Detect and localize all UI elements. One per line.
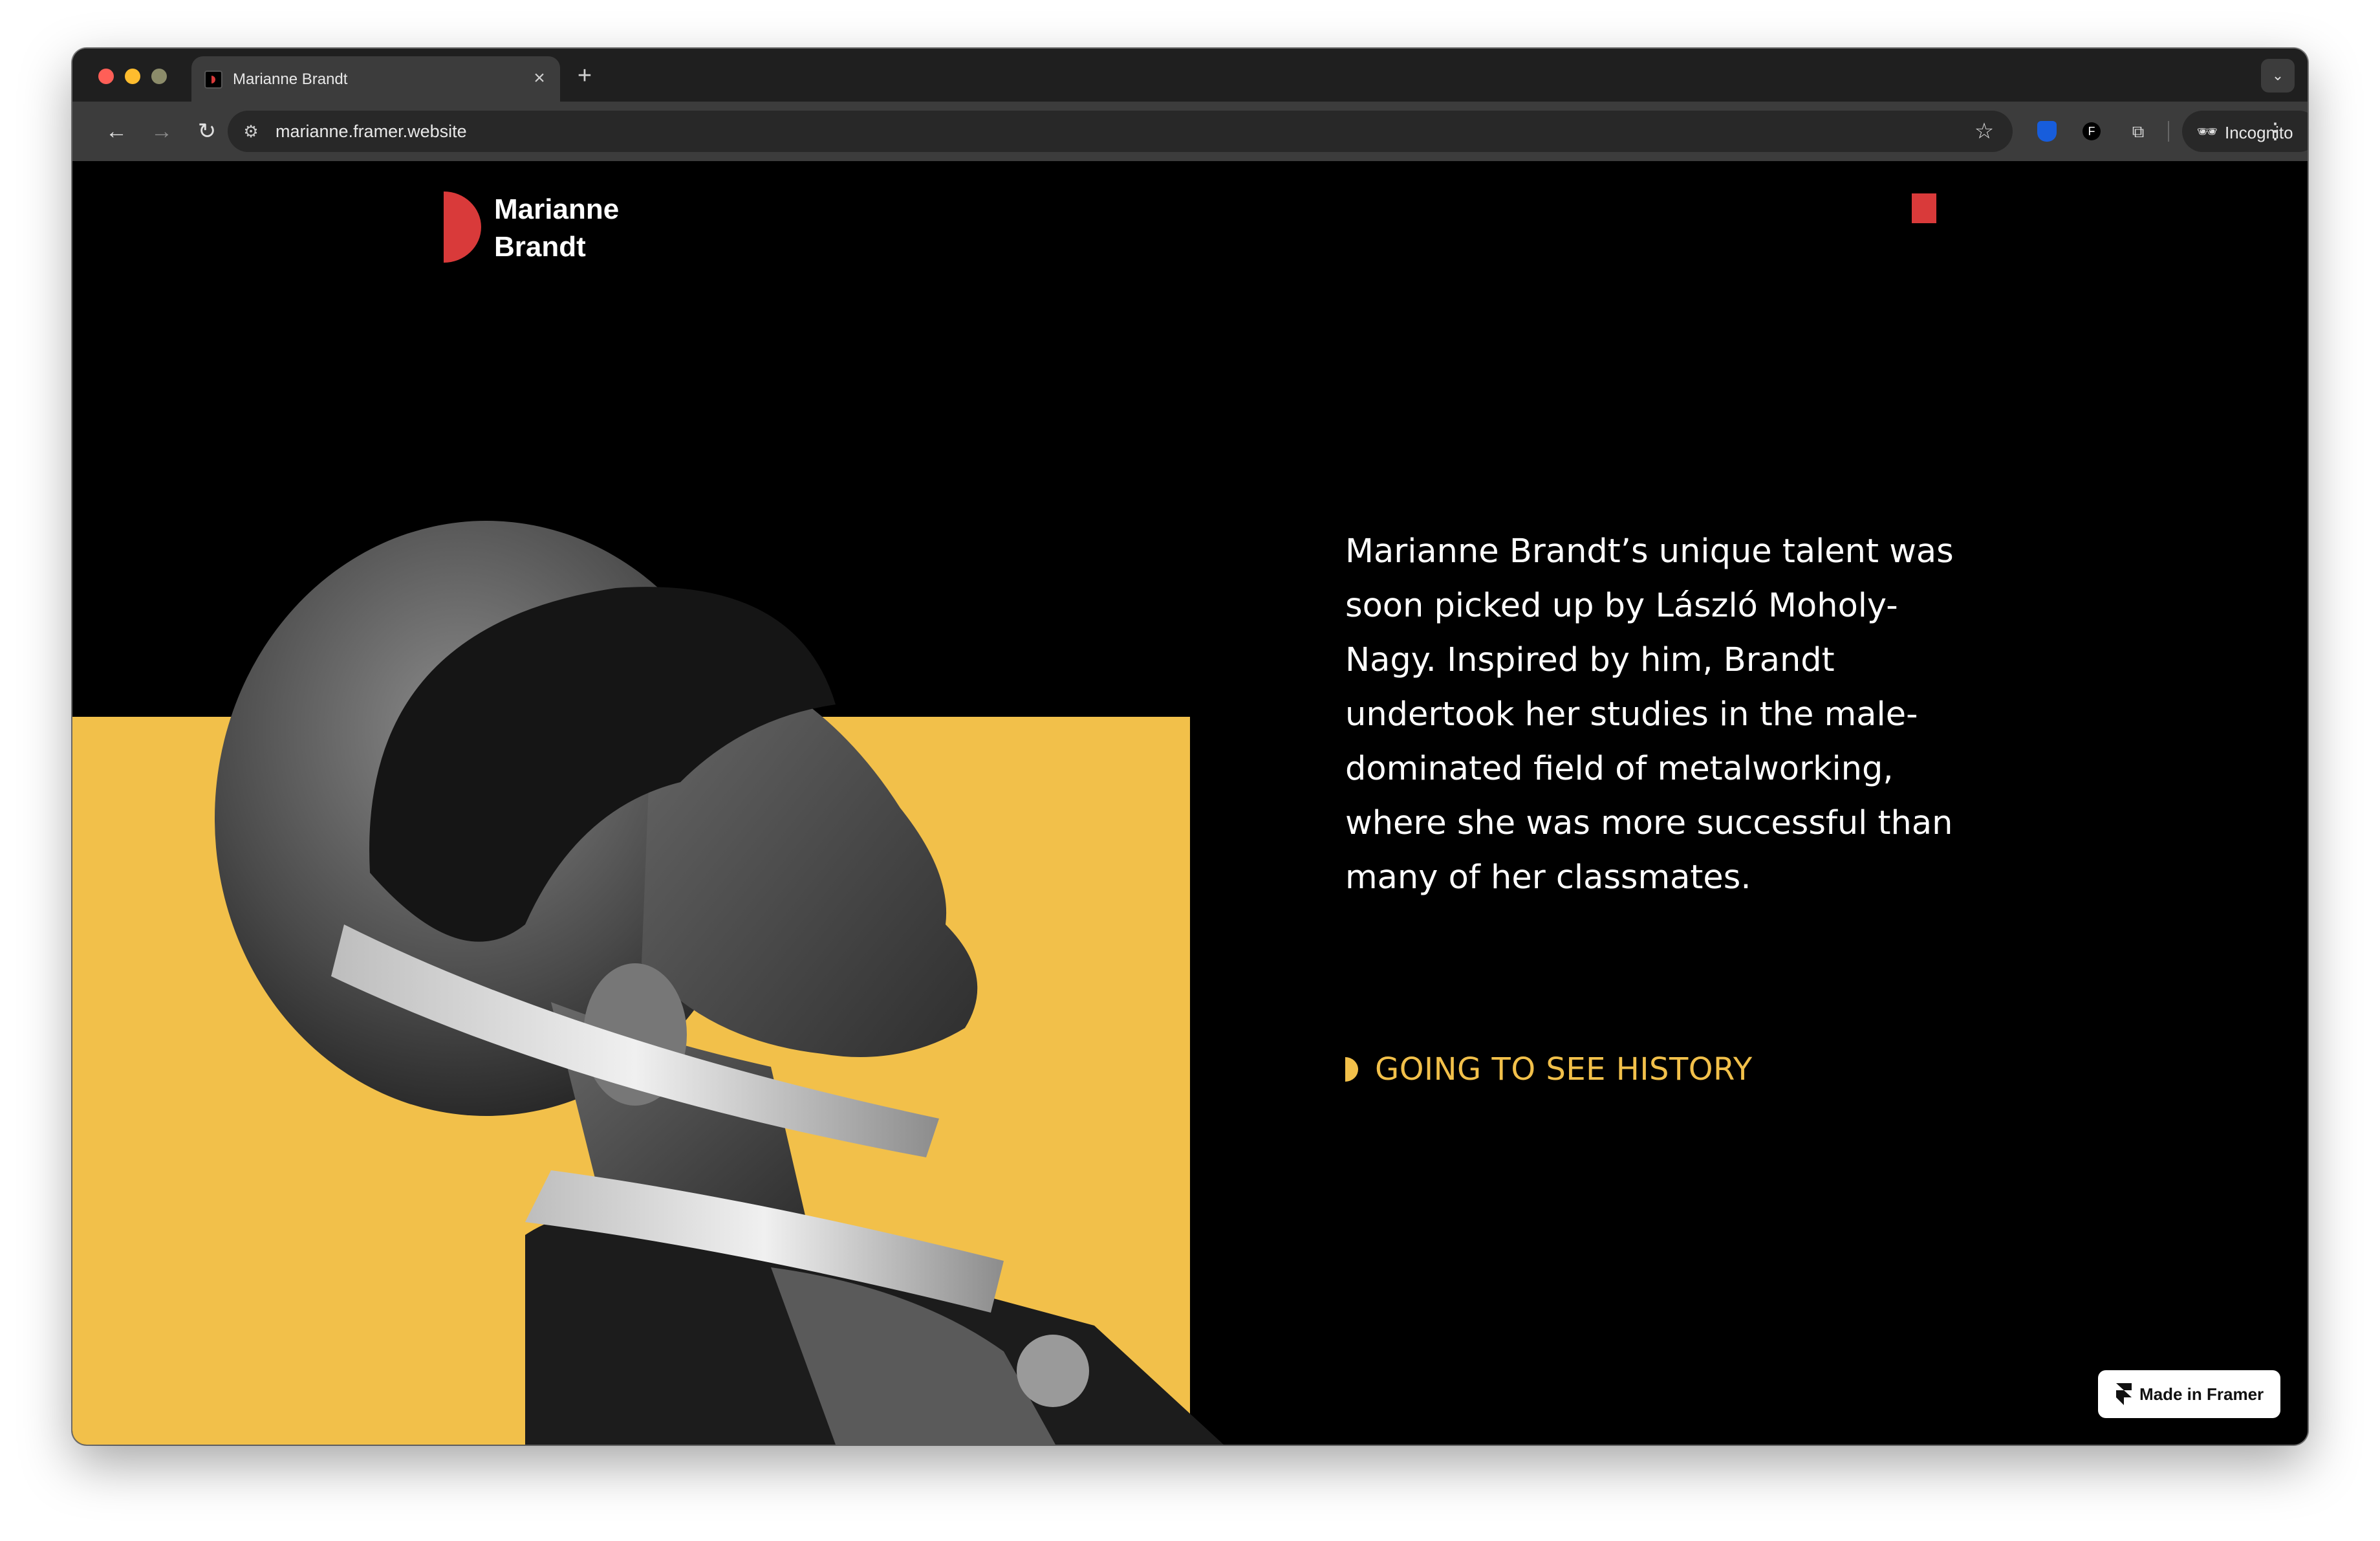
close-window-button[interactable] <box>98 69 114 84</box>
forward-button[interactable]: → <box>145 115 178 148</box>
tab-close-icon[interactable]: × <box>528 67 551 90</box>
address-bar[interactable]: ⚙ marianne.framer.website ☆ <box>228 111 2013 152</box>
framer-extension-button[interactable]: F <box>2076 116 2107 147</box>
framer-logo-icon <box>2116 1383 2132 1405</box>
shield-icon <box>2037 121 2057 142</box>
logo-line-2: Brandt <box>494 231 586 263</box>
intro-paragraph: Marianne Brandt’s unique talent was soon… <box>1345 532 1954 897</box>
bitwarden-extension-button[interactable] <box>2031 116 2062 147</box>
incognito-indicator[interactable]: 🕶 Incognito <box>2182 111 2308 152</box>
logo-line-1: Marianne <box>494 193 620 225</box>
tab-search-button[interactable]: ⌄ <box>2261 59 2295 93</box>
half-circle-icon <box>1345 1057 1358 1082</box>
toolbar-divider <box>2168 121 2169 142</box>
menu-button[interactable] <box>1912 193 1936 223</box>
history-link[interactable]: GOING TO SEE HISTORY <box>1345 1049 1753 1090</box>
page-content: Marianne Brandt Marianne Brandt’s unique… <box>72 161 2308 1445</box>
minimize-window-button[interactable] <box>125 69 140 84</box>
made-in-framer-badge[interactable]: Made in Framer <box>2098 1370 2280 1418</box>
tab-favicon-icon <box>204 71 222 89</box>
back-button[interactable]: ← <box>100 115 133 148</box>
tab-marianne-brandt[interactable]: Marianne Brandt × <box>191 56 560 102</box>
maximize-window-button[interactable] <box>151 69 167 84</box>
tab-strip: Marianne Brandt × + ⌄ <box>72 49 2308 102</box>
portrait-image <box>215 521 1224 1445</box>
browser-toolbar: ← → ↻ ⚙ marianne.framer.website ☆ F ⧉ 🕶 … <box>72 102 2308 161</box>
bookmark-star-icon[interactable]: ☆ <box>1971 118 1997 144</box>
url-text[interactable]: marianne.framer.website <box>276 122 467 142</box>
logo-half-circle-icon <box>444 191 481 263</box>
tab-title: Marianne Brandt <box>233 71 348 88</box>
browser-menu-icon[interactable]: ⋮ <box>2262 115 2288 148</box>
reload-button[interactable]: ↻ <box>190 115 224 148</box>
history-link-label: GOING TO SEE HISTORY <box>1375 1051 1753 1087</box>
framer-icon: F <box>2082 122 2101 140</box>
new-tab-button[interactable]: + <box>572 63 598 89</box>
browser-window: Marianne Brandt × + ⌄ ← → ↻ ⚙ marianne.f… <box>72 49 2308 1445</box>
made-in-framer-label: Made in Framer <box>2139 1384 2264 1404</box>
site-info-icon[interactable]: ⚙ <box>239 120 263 143</box>
logo-text: Marianne Brandt <box>494 191 727 266</box>
incognito-icon: 🕶 <box>2196 122 2218 141</box>
extensions-puzzle-icon[interactable]: ⧉ <box>2123 116 2154 147</box>
